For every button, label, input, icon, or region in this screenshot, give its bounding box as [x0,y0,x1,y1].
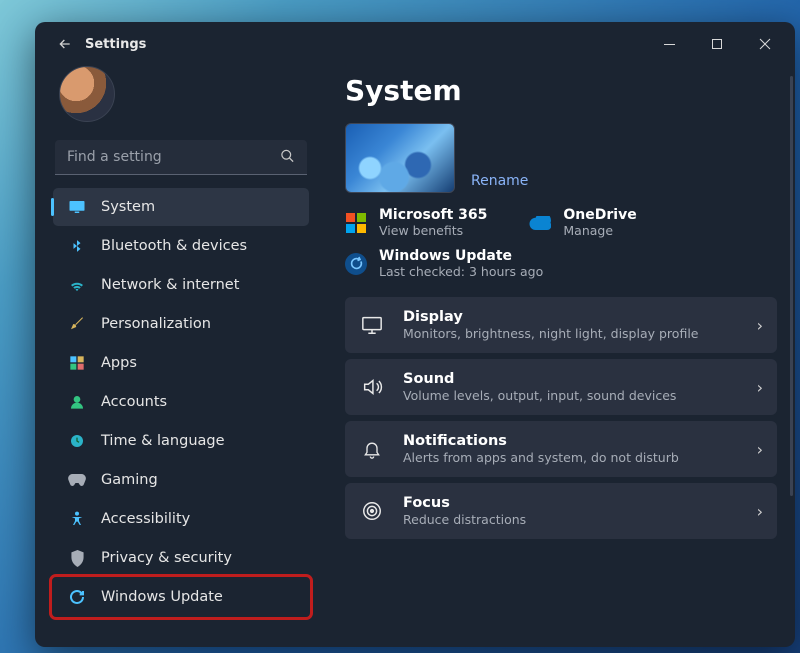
onedrive-title: OneDrive [563,207,636,223]
card-notifications[interactable]: Notifications Alerts from apps and syste… [345,421,777,477]
sidebar-item-label: Accessibility [101,511,190,527]
bluetooth-icon [67,236,87,256]
card-title: Notifications [403,433,739,449]
scrollbar[interactable] [790,76,793,496]
globe-clock-icon [67,431,87,451]
bell-icon [359,436,385,462]
update-icon [67,587,87,607]
game-controller-icon [67,470,87,490]
avatar[interactable] [59,66,115,122]
onedrive-icon [529,212,551,234]
sidebar-item-label: System [101,199,155,215]
card-title: Sound [403,371,739,387]
back-button[interactable] [51,30,79,58]
microsoft-365-icon [345,212,367,234]
minimize-button[interactable] [645,22,693,66]
microsoft-365-tile[interactable]: Microsoft 365 View benefits [345,207,487,238]
sidebar-item-windows-update[interactable]: Windows Update [53,578,309,616]
chevron-right-icon: › [757,440,763,459]
settings-window: Settings System [35,22,795,647]
card-sub: Monitors, brightness, night light, displ… [403,326,739,341]
app-title: Settings [85,37,146,52]
windows-update-status[interactable]: Windows Update Last checked: 3 hours ago [345,248,777,279]
apps-icon [67,353,87,373]
card-sub: Alerts from apps and system, do not dist… [403,450,739,465]
sidebar-item-label: Apps [101,355,137,371]
page-title: System [345,74,777,107]
card-display[interactable]: Display Monitors, brightness, night ligh… [345,297,777,353]
onedrive-sub: Manage [563,223,636,238]
titlebar: Settings [35,22,795,66]
sidebar-item-apps[interactable]: Apps [53,344,309,382]
display-icon [67,197,87,217]
account-icon [67,392,87,412]
chevron-right-icon: › [757,502,763,521]
close-icon [759,38,771,50]
rename-link[interactable]: Rename [471,173,528,189]
windows-update-title: Windows Update [379,248,543,264]
sidebar-item-network[interactable]: Network & internet [53,266,309,304]
card-title: Display [403,309,739,325]
card-title: Focus [403,495,739,511]
nav-list: System Bluetooth & devices Network & int… [45,187,317,637]
wifi-icon [67,275,87,295]
sidebar-item-label: Bluetooth & devices [101,238,247,254]
sidebar-item-personalization[interactable]: Personalization [53,305,309,343]
settings-cards: Display Monitors, brightness, night ligh… [345,297,777,539]
sidebar-item-label: Gaming [101,472,158,488]
sidebar-item-privacy-security[interactable]: Privacy & security [53,539,309,577]
sidebar-item-bluetooth[interactable]: Bluetooth & devices [53,227,309,265]
sidebar: System Bluetooth & devices Network & int… [35,66,327,647]
microsoft-365-title: Microsoft 365 [379,207,487,223]
card-sub: Volume levels, output, input, sound devi… [403,388,739,403]
sidebar-item-label: Privacy & security [101,550,232,566]
sidebar-item-system[interactable]: System [53,188,309,226]
chevron-right-icon: › [757,378,763,397]
sidebar-item-accessibility[interactable]: Accessibility [53,500,309,538]
microsoft-365-sub: View benefits [379,223,487,238]
target-icon [359,498,385,524]
main-content: System Rename Microsoft 365 View benefit… [327,66,795,647]
sidebar-item-gaming[interactable]: Gaming [53,461,309,499]
quick-info-row: Microsoft 365 View benefits OneDrive Man… [345,207,777,238]
chevron-right-icon: › [757,316,763,335]
sidebar-item-label: Time & language [101,433,225,449]
pc-thumbnail[interactable] [345,123,455,193]
card-sub: Reduce distractions [403,512,739,527]
sidebar-item-label: Personalization [101,316,211,332]
sidebar-item-accounts[interactable]: Accounts [53,383,309,421]
maximize-icon [712,39,722,49]
update-status-icon [345,253,367,275]
system-header-row: Rename [345,123,777,193]
card-focus[interactable]: Focus Reduce distractions › [345,483,777,539]
paintbrush-icon [67,314,87,334]
onedrive-tile[interactable]: OneDrive Manage [529,207,636,238]
sidebar-item-time-language[interactable]: Time & language [53,422,309,460]
sidebar-item-label: Accounts [101,394,167,410]
minimize-icon [664,44,675,45]
search-input[interactable] [55,140,307,175]
sidebar-item-label: Network & internet [101,277,239,293]
close-button[interactable] [741,22,789,66]
card-sound[interactable]: Sound Volume levels, output, input, soun… [345,359,777,415]
accessibility-icon [67,509,87,529]
speaker-icon [359,374,385,400]
shield-icon [67,548,87,568]
display-outline-icon [359,312,385,338]
sidebar-item-label: Windows Update [101,589,223,605]
maximize-button[interactable] [693,22,741,66]
windows-update-sub: Last checked: 3 hours ago [379,264,543,279]
